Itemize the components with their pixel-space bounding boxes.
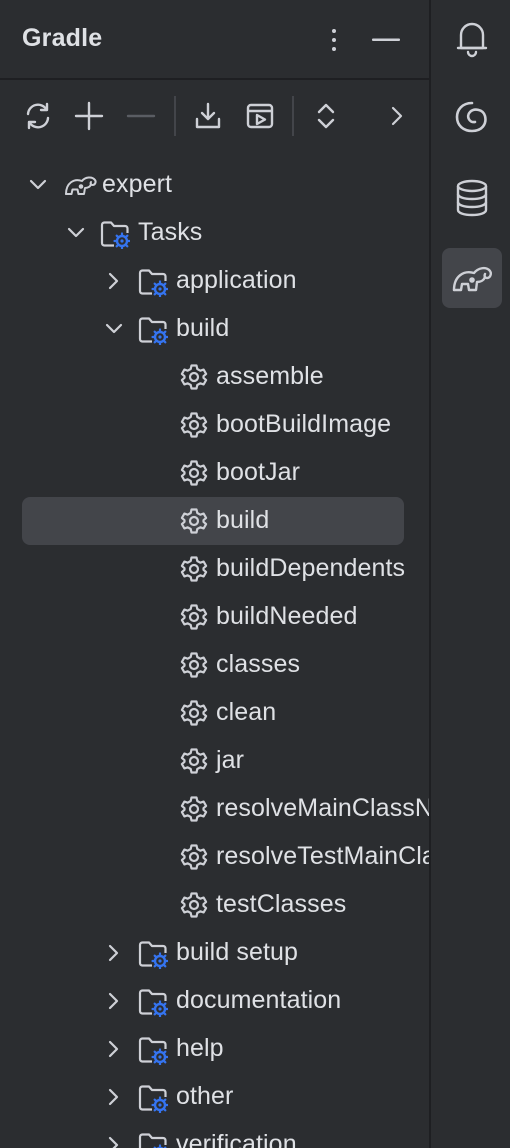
chevron-right-icon[interactable] [374, 94, 418, 138]
tree-task-row[interactable]: buildDependents [0, 545, 429, 593]
tree-task-row[interactable]: resolveMainClassName [0, 785, 429, 833]
tree-task-row[interactable]: buildNeeded [0, 593, 429, 641]
gear-icon [180, 651, 210, 681]
chevron-down-icon[interactable] [26, 173, 50, 197]
gradle-tool-window: Gradle expert Tasks application build as… [0, 0, 429, 1148]
chevron-right-icon[interactable] [102, 941, 126, 965]
gradle-icon[interactable] [442, 248, 502, 308]
gear-icon [180, 363, 210, 393]
tree-item-label: Tasks [138, 218, 203, 246]
task-folder-icon [138, 1131, 168, 1148]
tree-item-label: build [176, 314, 230, 342]
tree-task-row[interactable]: classes [0, 641, 429, 689]
gear-icon [180, 459, 210, 489]
gear-icon [180, 795, 210, 825]
reload-icon[interactable] [16, 94, 60, 138]
right-tool-strip [429, 0, 510, 1148]
chevron-down-icon[interactable] [102, 317, 126, 341]
tree-node-row[interactable]: build setup [0, 929, 429, 977]
tree-item-label: help [176, 1034, 224, 1062]
tree-node-row[interactable]: application [0, 257, 429, 305]
gear-icon [180, 555, 210, 585]
tree-task-row[interactable]: bootJar [0, 449, 429, 497]
tree-task-row[interactable]: clean [0, 689, 429, 737]
tree-item-label: buildNeeded [216, 602, 358, 630]
tree-item-label: assemble [216, 362, 324, 390]
gear-icon [180, 891, 210, 921]
tree-node-row[interactable]: build [0, 305, 429, 353]
tool-window-title: Gradle [22, 24, 103, 52]
chevron-right-icon[interactable] [102, 1133, 126, 1148]
run-task-icon[interactable] [238, 94, 282, 138]
gradle-project-icon [64, 171, 98, 201]
tree-item-label: resolveMainClassName [216, 794, 429, 822]
tree-task-row[interactable]: bootBuildImage [0, 401, 429, 449]
gear-icon [180, 507, 210, 537]
tree-task-row[interactable]: testClasses [0, 881, 429, 929]
tool-window-header: Gradle [0, 0, 429, 80]
tree-item-label: testClasses [216, 890, 347, 918]
download-sources-icon[interactable] [186, 94, 230, 138]
tree-item-label: bootJar [216, 458, 301, 486]
chevron-right-icon[interactable] [102, 1085, 126, 1109]
selection-highlight [22, 497, 404, 545]
tree-node-row[interactable]: documentation [0, 977, 429, 1025]
task-folder-icon [138, 939, 168, 969]
tree-node-row[interactable]: other [0, 1073, 429, 1121]
tree-item-label: other [176, 1082, 234, 1110]
minimize-icon[interactable] [366, 20, 406, 60]
chevron-right-icon[interactable] [102, 269, 126, 293]
gear-icon [180, 747, 210, 777]
toolbar-separator [174, 96, 176, 136]
tree-item-label: classes [216, 650, 301, 678]
tree-task-row[interactable]: assemble [0, 353, 429, 401]
task-folder-icon [138, 1083, 168, 1113]
tree-task-row[interactable]: build [0, 497, 429, 545]
tree-item-label: bootBuildImage [216, 410, 392, 438]
task-folder-icon [138, 987, 168, 1017]
tree-node-row[interactable]: expert [0, 161, 429, 209]
more-vertical-icon[interactable] [314, 20, 354, 60]
tree-item-label: build [216, 506, 270, 534]
tree-item-label: application [176, 266, 297, 294]
gear-icon [180, 843, 210, 873]
tree-item-label: buildDependents [216, 554, 406, 582]
tree-task-row[interactable]: resolveTestMainClassName [0, 833, 429, 881]
ai-assistant-icon[interactable] [442, 87, 502, 147]
tree-item-label: clean [216, 698, 277, 726]
tree-task-row[interactable]: jar [0, 737, 429, 785]
gradle-toolbar [0, 90, 429, 144]
task-folder-icon [138, 267, 168, 297]
chevron-right-icon[interactable] [102, 989, 126, 1013]
tree-node-row[interactable]: help [0, 1025, 429, 1073]
chevron-down-icon[interactable] [64, 221, 88, 245]
task-folder-icon [138, 315, 168, 345]
tree-item-label: verification [176, 1130, 297, 1148]
tree-item-label: documentation [176, 986, 342, 1014]
gear-icon [180, 603, 210, 633]
tree-node-row[interactable]: verification [0, 1121, 429, 1148]
gear-icon [180, 411, 210, 441]
tree-item-label: jar [216, 746, 245, 774]
expand-collapse-icon[interactable] [304, 94, 348, 138]
tree-item-label: resolveTestMainClassName [216, 842, 429, 870]
tree-item-label: expert [102, 170, 173, 198]
chevron-right-icon[interactable] [102, 1037, 126, 1061]
remove-icon[interactable] [119, 94, 163, 138]
database-icon[interactable] [442, 168, 502, 228]
task-folder-icon [100, 219, 130, 249]
notifications-icon[interactable] [442, 8, 502, 68]
task-folder-icon [138, 1035, 168, 1065]
toolbar-separator [292, 96, 294, 136]
tree-item-label: build setup [176, 938, 299, 966]
tree-node-row[interactable]: Tasks [0, 209, 429, 257]
gear-icon [180, 699, 210, 729]
add-icon[interactable] [67, 94, 111, 138]
